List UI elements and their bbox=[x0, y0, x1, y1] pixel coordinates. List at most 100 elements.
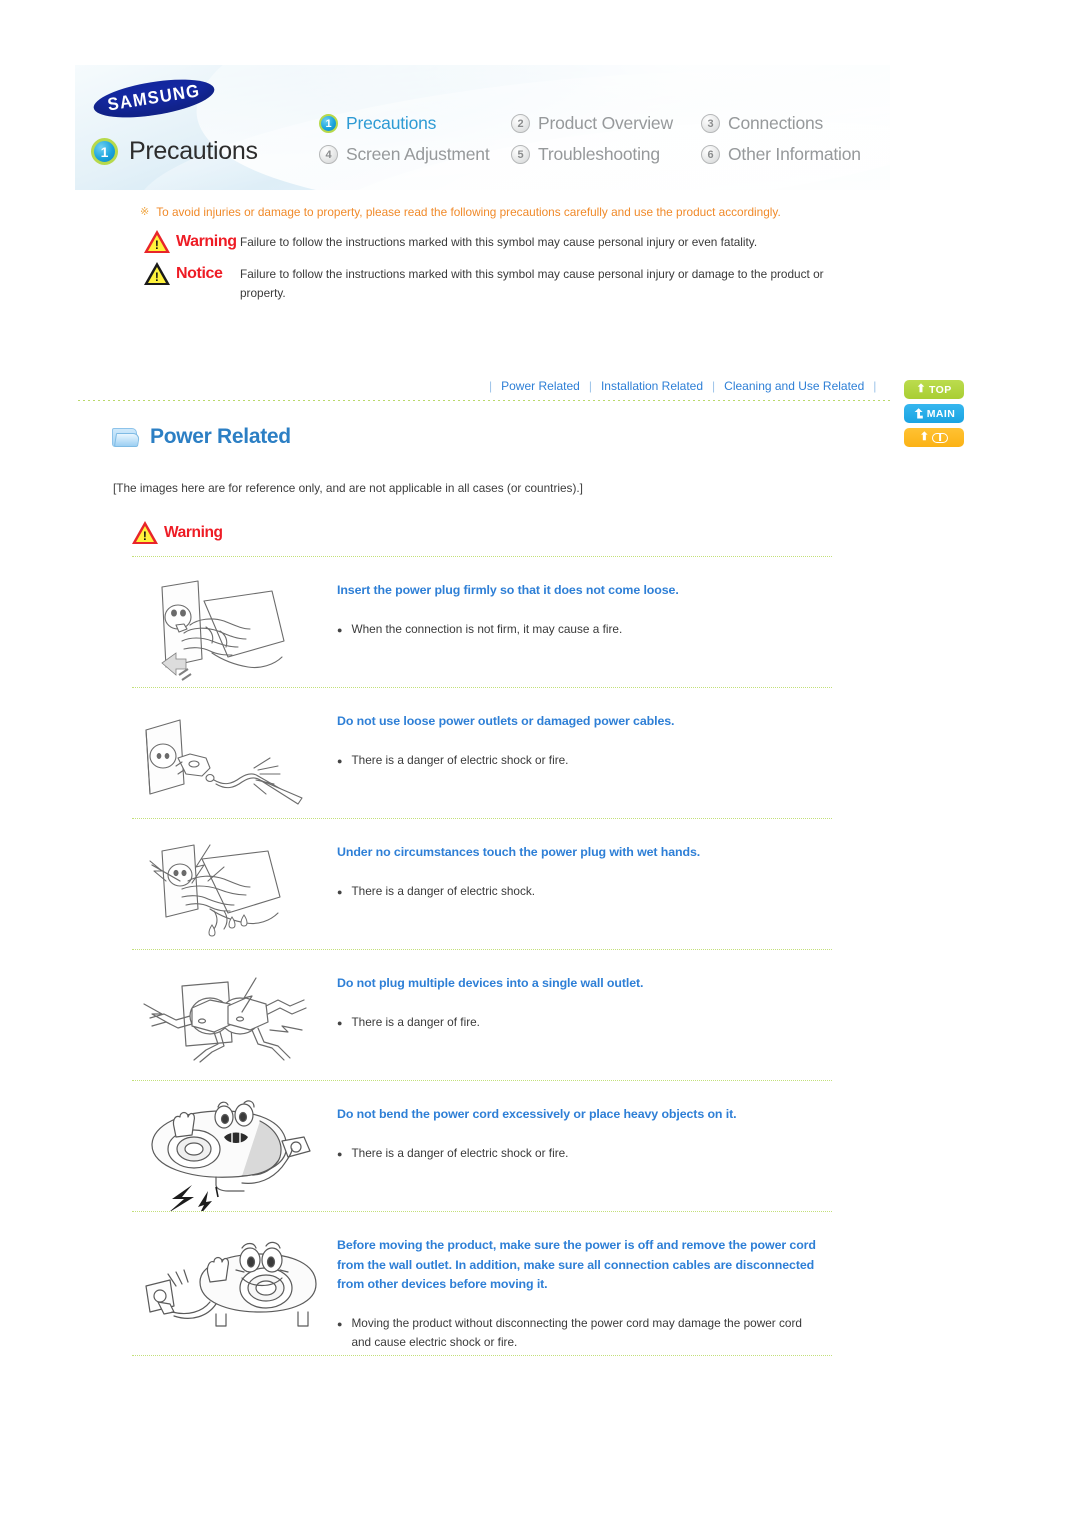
safety-item-bullets: ● There is a danger of fire. bbox=[337, 1013, 832, 1033]
illustration-hand-inserting-plug bbox=[132, 575, 337, 687]
safety-item-bullets: ● Moving the product without disconnecti… bbox=[337, 1314, 832, 1352]
safety-item-heading: Insert the power plug firmly so that it … bbox=[337, 583, 679, 597]
top-button[interactable]: ⬆ TOP bbox=[904, 380, 964, 399]
nav-label-2: Product Overview bbox=[538, 113, 673, 133]
safety-item-bullets: ● When the connection is not firm, it ma… bbox=[337, 620, 832, 640]
safety-item-heading: Under no circumstances touch the power p… bbox=[337, 845, 701, 859]
up-arrow-icon-2: ⬆ bbox=[919, 431, 930, 443]
safety-bullet-text: There is a danger of fire. bbox=[351, 1014, 480, 1029]
warning-triangle-icon-section: ! bbox=[132, 521, 158, 544]
nav-number-icon-3: 3 bbox=[701, 114, 720, 133]
safety-bullet: ● Moving the product without disconnecti… bbox=[337, 1314, 832, 1352]
subnav-separator-1: | bbox=[588, 379, 592, 393]
turn-arrow-icon bbox=[913, 408, 924, 419]
subnav-separator-2: | bbox=[712, 379, 716, 393]
illustration-wet-hand-shock bbox=[132, 837, 337, 949]
nav-item-product-overview[interactable]: 2 Product Overview bbox=[511, 113, 701, 134]
notice-triangle-icon: ! bbox=[144, 262, 170, 285]
contents-button[interactable]: ⬆ bbox=[904, 428, 964, 447]
intro-block: ※ To avoid injuries or damage to propert… bbox=[140, 204, 880, 303]
main-button[interactable]: MAIN bbox=[904, 404, 964, 423]
top-button-label: TOP bbox=[929, 383, 952, 396]
bullet-dot-icon: ● bbox=[337, 1318, 343, 1329]
nav-item-screen-adjustment[interactable]: 4 Screen Adjustment bbox=[319, 144, 511, 165]
safety-item: Do not use loose power outlets or damage… bbox=[132, 687, 832, 818]
chapter-number-badge: 1 bbox=[91, 138, 118, 165]
reference-note: [The images here are for reference only,… bbox=[113, 481, 583, 495]
safety-item: Before moving the product, make sure the… bbox=[132, 1211, 832, 1356]
nav-label-5: Troubleshooting bbox=[538, 144, 660, 164]
exclamation-mark-icon-section: ! bbox=[142, 529, 147, 543]
safety-bullet-text: Moving the product without disconnecting… bbox=[351, 1315, 802, 1349]
samsung-logo-text: SAMSUNG bbox=[106, 81, 202, 115]
safety-item-bullets: ● There is a danger of electric shock. bbox=[337, 882, 832, 902]
warning-description: Failure to follow the instructions marke… bbox=[240, 235, 758, 249]
section-heading: Power Related bbox=[112, 425, 291, 449]
bullet-dot-icon: ● bbox=[337, 624, 343, 635]
safety-item-heading: Before moving the product, make sure the… bbox=[337, 1238, 816, 1291]
safety-item-text: Do not bend the power cord excessively o… bbox=[337, 1099, 832, 1167]
bullet-dot-icon: ● bbox=[337, 886, 343, 897]
reference-mark-icon: ※ bbox=[140, 206, 150, 218]
safety-item-bullets: ● There is a danger of electric shock or… bbox=[337, 1144, 832, 1164]
safety-bullet-text: When the connection is not firm, it may … bbox=[351, 621, 623, 636]
chapter-nav: 1 Precautions 2 Product Overview 3 Conne… bbox=[319, 113, 889, 165]
safety-bullet-text: There is a danger of electric shock or f… bbox=[351, 752, 569, 767]
nav-label-4: Screen Adjustment bbox=[346, 144, 490, 164]
safety-item-bullets: ● There is a danger of electric shock or… bbox=[337, 751, 832, 771]
nav-item-troubleshooting[interactable]: 5 Troubleshooting bbox=[511, 144, 701, 165]
folder-icon bbox=[112, 426, 141, 448]
illustration-projector-unplugging bbox=[132, 1230, 337, 1342]
nav-item-precautions[interactable]: 1 Precautions bbox=[319, 113, 511, 134]
subnav-separator-3: | bbox=[873, 379, 877, 393]
subnav-link-installation-related[interactable]: Installation Related bbox=[601, 379, 703, 393]
warning-triangle-icon: ! bbox=[144, 230, 170, 253]
symbol-row-notice: ! Notice Failure to follow the instructi… bbox=[140, 262, 880, 303]
subnav-separator-0: | bbox=[489, 379, 493, 393]
safety-item-list: Insert the power plug firmly so that it … bbox=[132, 556, 832, 1356]
nav-label-6: Other Information bbox=[728, 144, 861, 164]
nav-number-icon-4: 4 bbox=[319, 145, 338, 164]
nav-number-icon-1: 1 bbox=[319, 114, 338, 133]
safety-bullet-text: There is a danger of electric shock or f… bbox=[351, 1145, 569, 1160]
section-warning-header: ! Warning bbox=[132, 521, 223, 544]
safety-item-text: Before moving the product, make sure the… bbox=[337, 1230, 832, 1355]
page-header-banner: SAMSUNG 1 Precautions 1 Precautions 2 Pr… bbox=[75, 65, 890, 190]
subnav-links: | Power Related | Installation Related |… bbox=[480, 379, 885, 393]
intro-lead-text: To avoid injuries or damage to property,… bbox=[156, 205, 781, 219]
safety-item: Do not bend the power cord excessively o… bbox=[132, 1080, 832, 1211]
nav-item-other-information[interactable]: 6 Other Information bbox=[701, 144, 881, 165]
section-warning-label: Warning bbox=[164, 523, 223, 541]
safety-item-text: Do not plug multiple devices into a sing… bbox=[337, 968, 832, 1036]
subnav-divider bbox=[78, 400, 890, 401]
symbol-row-warning: ! Warning Failure to follow the instruct… bbox=[140, 230, 880, 253]
illustration-multiple-plugs bbox=[132, 968, 337, 1080]
nav-label-3: Connections bbox=[728, 113, 824, 133]
exclamation-mark-icon: ! bbox=[154, 238, 159, 252]
bullet-dot-icon: ● bbox=[337, 1017, 343, 1028]
up-arrow-icon: ⬆ bbox=[916, 383, 926, 395]
notice-badge: ! Notice bbox=[140, 262, 240, 285]
safety-item-text: Do not use loose power outlets or damage… bbox=[337, 706, 832, 774]
nav-number-icon-2: 2 bbox=[511, 114, 530, 133]
safety-bullet: ● There is a danger of electric shock. bbox=[337, 882, 832, 902]
warning-badge-label: Warning bbox=[176, 232, 237, 250]
exclamation-mark-icon-2: ! bbox=[154, 270, 159, 284]
safety-bullet: ● There is a danger of electric shock or… bbox=[337, 751, 832, 771]
safety-item-heading: Do not bend the power cord excessively o… bbox=[337, 1107, 737, 1121]
notice-description: Failure to follow the instructions marke… bbox=[240, 267, 824, 300]
subnav-link-power-related[interactable]: Power Related bbox=[501, 379, 580, 393]
safety-item: Insert the power plug firmly so that it … bbox=[132, 556, 832, 687]
bullet-dot-icon: ● bbox=[337, 755, 343, 766]
nav-item-connections[interactable]: 3 Connections bbox=[701, 113, 881, 134]
chapter-title: 1 Precautions bbox=[91, 137, 258, 166]
safety-item-text: Under no circumstances touch the power p… bbox=[337, 837, 832, 905]
safety-bullet-text: There is a danger of electric shock. bbox=[351, 883, 536, 898]
intro-lead-row: ※ To avoid injuries or damage to propert… bbox=[140, 204, 880, 221]
warning-badge: ! Warning bbox=[140, 230, 240, 253]
subnav-link-cleaning-and-use-related[interactable]: Cleaning and Use Related bbox=[724, 379, 864, 393]
book-icon bbox=[932, 432, 949, 443]
safety-item: Under no circumstances touch the power p… bbox=[132, 818, 832, 949]
safety-bullet: ● There is a danger of fire. bbox=[337, 1013, 832, 1033]
safety-item: Do not plug multiple devices into a sing… bbox=[132, 949, 832, 1080]
